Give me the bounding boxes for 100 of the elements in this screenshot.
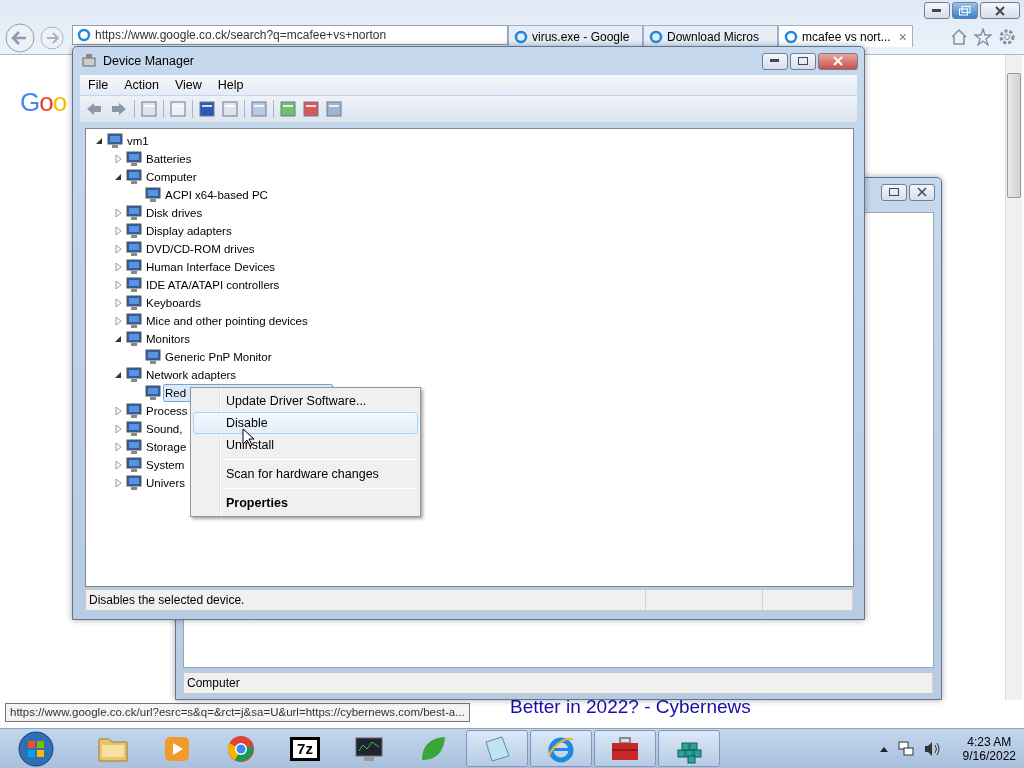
device-icon xyxy=(106,133,123,149)
device-icon xyxy=(125,421,142,437)
status-text: Computer xyxy=(184,673,933,693)
document-icon[interactable] xyxy=(169,100,187,118)
menu-item[interactable]: Help xyxy=(209,78,252,92)
restore-icon xyxy=(959,5,971,16)
clock[interactable]: 4:23 AM 9/16/2022 xyxy=(962,734,1016,763)
star-icon[interactable] xyxy=(974,28,992,46)
maximize-button[interactable] xyxy=(881,183,907,201)
tree-item[interactable]: Process xyxy=(144,402,190,420)
tree-item[interactable]: vm1 xyxy=(125,132,151,150)
expander-icon[interactable] xyxy=(113,370,123,380)
expander-icon[interactable] xyxy=(113,172,123,182)
notepad-icon[interactable] xyxy=(482,733,512,764)
maximize-button[interactable] xyxy=(790,52,816,70)
device-icon xyxy=(125,169,142,185)
device-icon xyxy=(125,151,142,167)
device-icon xyxy=(125,223,142,239)
tree-item[interactable]: Display adapters xyxy=(144,222,234,240)
tree-item[interactable]: Network adapters xyxy=(144,366,239,384)
close-icon xyxy=(917,187,927,197)
device-icon xyxy=(144,187,161,203)
device-icon xyxy=(125,205,142,221)
page-icon xyxy=(514,29,528,44)
device-icon xyxy=(125,475,142,491)
device-icon xyxy=(125,277,142,293)
expander-icon[interactable] xyxy=(113,334,123,344)
tree-item[interactable]: Disk drives xyxy=(144,204,205,222)
panel-icon[interactable] xyxy=(140,100,158,118)
page-icon xyxy=(784,29,798,44)
device-icon xyxy=(144,385,161,401)
page-icon xyxy=(649,29,663,44)
close-icon xyxy=(833,56,843,66)
address-field[interactable]: https://www.google.co.ck/search?q=mcafee+vs+norton xyxy=(72,25,508,45)
network-icon[interactable] xyxy=(896,739,915,758)
tree-item[interactable]: Batteries xyxy=(144,150,194,168)
tree-item[interactable]: DVD/CD-ROM drives xyxy=(144,240,257,258)
context-menu-item[interactable]: Properties xyxy=(193,492,418,514)
toolbox-icon[interactable] xyxy=(609,734,641,763)
close-icon xyxy=(995,5,1005,16)
device-icon xyxy=(125,403,142,419)
tree-item[interactable]: Human Interface Devices xyxy=(144,258,278,276)
window-title: Device Manager xyxy=(103,54,195,68)
menu-item[interactable]: File xyxy=(80,78,117,92)
browser-tab[interactable]: virus.exe - Google xyxy=(508,25,643,47)
device-icon xyxy=(125,457,142,473)
monitor-icon[interactable] xyxy=(353,734,385,763)
tree-item[interactable]: Generic PnP Monitor xyxy=(163,348,274,366)
context-menu-item[interactable]: Uninstall xyxy=(193,434,418,456)
minimize-icon xyxy=(932,8,942,13)
back-button[interactable] xyxy=(2,22,38,54)
browser-tab[interactable]: mcafee vs nort... × xyxy=(778,25,913,47)
settings-icon[interactable] xyxy=(998,28,1016,46)
minimize-button[interactable] xyxy=(924,2,950,19)
menu-item[interactable]: View xyxy=(166,78,210,92)
start-button[interactable] xyxy=(16,729,56,768)
tree-item[interactable]: System xyxy=(144,456,187,474)
close-button[interactable] xyxy=(818,52,858,70)
context-menu-item[interactable]: Disable xyxy=(193,412,418,434)
device-icon xyxy=(144,349,161,365)
tree-item[interactable]: IDE ATA/ATAPI controllers xyxy=(144,276,282,294)
tree-item[interactable]: Keyboards xyxy=(144,294,203,312)
tree-item[interactable]: Mice and other pointing devices xyxy=(144,312,310,330)
panel-icon[interactable] xyxy=(221,100,239,118)
close-button[interactable] xyxy=(909,183,935,201)
computer-icon xyxy=(81,53,97,69)
device-icon xyxy=(125,439,142,455)
tree-item[interactable]: Sound, xyxy=(144,420,185,438)
tab-close-button[interactable]: × xyxy=(898,28,907,45)
device-icon xyxy=(125,259,142,275)
search-result-link[interactable]: Better in 2022? - Cybernews xyxy=(510,696,751,718)
minimize-button[interactable] xyxy=(762,52,788,70)
context-menu-item[interactable]: Update Driver Software... xyxy=(193,390,418,412)
device-icon xyxy=(125,295,142,311)
device-icon xyxy=(125,367,142,383)
device-icon xyxy=(125,241,142,257)
close-button[interactable] xyxy=(980,2,1020,19)
logo: Goo xyxy=(20,87,67,118)
context-menu-item[interactable]: Scan for hardware changes xyxy=(193,463,418,485)
minimize-icon xyxy=(770,59,780,63)
status-text: Disables the selected device. xyxy=(86,590,646,610)
tree-item[interactable]: Monitors xyxy=(144,330,193,348)
device-icon xyxy=(125,331,142,347)
maximize-icon xyxy=(798,57,808,65)
home-icon[interactable] xyxy=(950,28,968,46)
archive-app-icon[interactable]: 7z xyxy=(290,736,320,761)
expander-icon[interactable] xyxy=(94,136,104,146)
browser-tab[interactable]: Download Micros xyxy=(643,25,778,47)
device-icon xyxy=(125,313,142,329)
restore-button[interactable] xyxy=(952,2,978,19)
tree-item[interactable]: Univers xyxy=(144,474,187,492)
tree-item[interactable]: ACPI x64-based PC xyxy=(163,186,270,204)
tree-item[interactable]: Computer xyxy=(144,168,199,186)
scrollbar[interactable] xyxy=(1005,55,1022,700)
page-icon xyxy=(77,28,91,42)
menu-item[interactable]: Action xyxy=(116,78,167,92)
url-tooltip: https://www.google.co.ck/url?esrc=s&q=&rct=j&sa=U&url=https://cybernews.com/best-a... xyxy=(5,703,470,722)
maximize-icon xyxy=(889,188,899,196)
tree-item[interactable]: Storage xyxy=(144,438,189,456)
browser-icon[interactable] xyxy=(226,733,256,764)
